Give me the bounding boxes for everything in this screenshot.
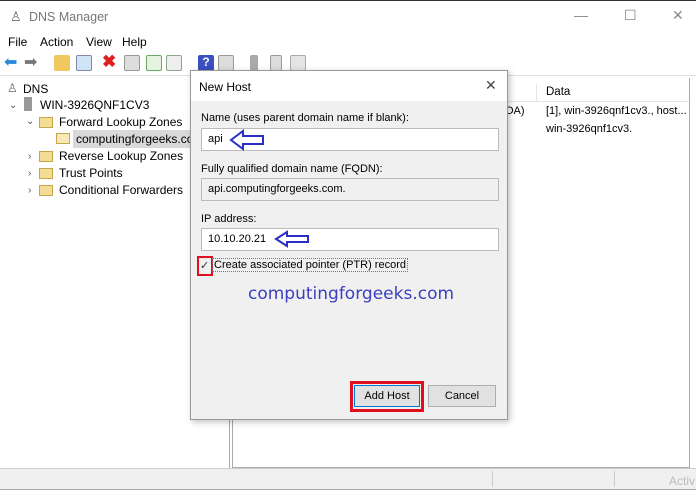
chevron-down-icon[interactable]: ⌄ [26, 116, 34, 127]
list-icon[interactable] [270, 55, 282, 71]
name-label: Name (uses parent domain name if blank): [201, 112, 409, 124]
export-icon[interactable] [166, 55, 182, 71]
ptr-label[interactable]: Create associated pointer (PTR) record [212, 258, 408, 272]
row-data[interactable]: [1], win-3926qnf1cv3., host... [546, 105, 687, 117]
forward-icon[interactable]: ➡ [24, 52, 40, 71]
zone-icon [56, 133, 70, 144]
watermark-text: computingforgeeks.com [248, 284, 455, 304]
menu-help[interactable]: Help [122, 35, 147, 49]
tree-server[interactable]: WIN-3926QNF1CV3 [40, 98, 149, 112]
folder-icon [39, 168, 53, 179]
add-host-button[interactable]: Add Host [354, 385, 420, 407]
properties-icon[interactable] [124, 55, 140, 71]
menu-bar: File Action View Help [0, 32, 696, 50]
server-icon [24, 97, 32, 111]
folder-icon [39, 151, 53, 162]
ip-address-input[interactable]: 10.10.20.21 [201, 228, 499, 251]
annotation-arrow-icon [229, 129, 264, 151]
delete-icon[interactable]: ✖ [102, 52, 118, 71]
activation-watermark: Activ [669, 474, 696, 488]
ip-address-label: IP address: [201, 213, 257, 225]
ptr-checkbox[interactable]: ✓ [200, 259, 209, 272]
column-divider [536, 84, 537, 102]
chevron-right-icon[interactable]: › [28, 151, 31, 162]
maximize-button[interactable]: ☐ [624, 7, 637, 24]
dialog-title-bar: New Host ✕ [191, 71, 507, 101]
dns-icon: ♙ [7, 81, 18, 95]
menu-action[interactable]: Action [40, 35, 73, 49]
close-button[interactable]: ✕ [672, 7, 684, 24]
row-data[interactable]: win-3926qnf1cv3. [546, 123, 632, 135]
fqdn-value: api.computingforgeeks.com. [208, 183, 346, 195]
tree-reverse-lookup-zones[interactable]: Reverse Lookup Zones [59, 149, 183, 163]
folder-icon [39, 117, 53, 128]
menu-view[interactable]: View [86, 35, 112, 49]
title-bar: ♙ DNS Manager — ☐ ✕ [0, 0, 696, 32]
fqdn-label: Fully qualified domain name (FQDN): [201, 163, 383, 175]
help-icon[interactable]: ? [198, 55, 214, 71]
server-icon[interactable] [250, 55, 258, 71]
fqdn-field: api.computingforgeeks.com. [201, 178, 499, 201]
window-title: DNS Manager [29, 10, 109, 24]
folder-icon [39, 185, 53, 196]
dns-app-icon: ♙ [10, 9, 22, 24]
refresh-icon[interactable] [146, 55, 162, 71]
chevron-down-icon[interactable]: ⌄ [9, 100, 17, 111]
show-hide-tree-icon[interactable] [76, 55, 92, 71]
back-icon[interactable]: ⬅ [4, 52, 20, 71]
menu-file[interactable]: File [8, 35, 27, 49]
status-bar: Activ [0, 468, 696, 490]
dialog-close-button[interactable]: ✕ [485, 77, 497, 94]
tree-trust-points[interactable]: Trust Points [59, 166, 123, 180]
status-divider [614, 471, 615, 487]
minimize-button[interactable]: — [574, 7, 588, 23]
name-value: api [208, 133, 223, 145]
dialog-title: New Host [199, 80, 252, 94]
ip-address-value: 10.10.20.21 [208, 233, 267, 245]
chevron-right-icon[interactable]: › [28, 185, 31, 196]
tree-forward-lookup-zones[interactable]: Forward Lookup Zones [59, 115, 182, 129]
cancel-button[interactable]: Cancel [428, 385, 496, 407]
column-header-data[interactable]: Data [546, 86, 570, 98]
up-folder-icon[interactable] [54, 55, 70, 71]
action-pane-icon[interactable] [218, 55, 234, 71]
copy-icon[interactable] [290, 55, 306, 71]
new-host-dialog: New Host ✕ Name (uses parent domain name… [190, 70, 508, 420]
tree-dns[interactable]: DNS [23, 82, 48, 96]
chevron-right-icon[interactable]: › [28, 168, 31, 179]
tree-zone-computingforgeeks[interactable]: computingforgeeks.com [76, 132, 203, 146]
status-divider [492, 471, 493, 487]
tree-conditional-forwarders[interactable]: Conditional Forwarders [59, 183, 183, 197]
annotation-arrow-icon [274, 230, 309, 248]
